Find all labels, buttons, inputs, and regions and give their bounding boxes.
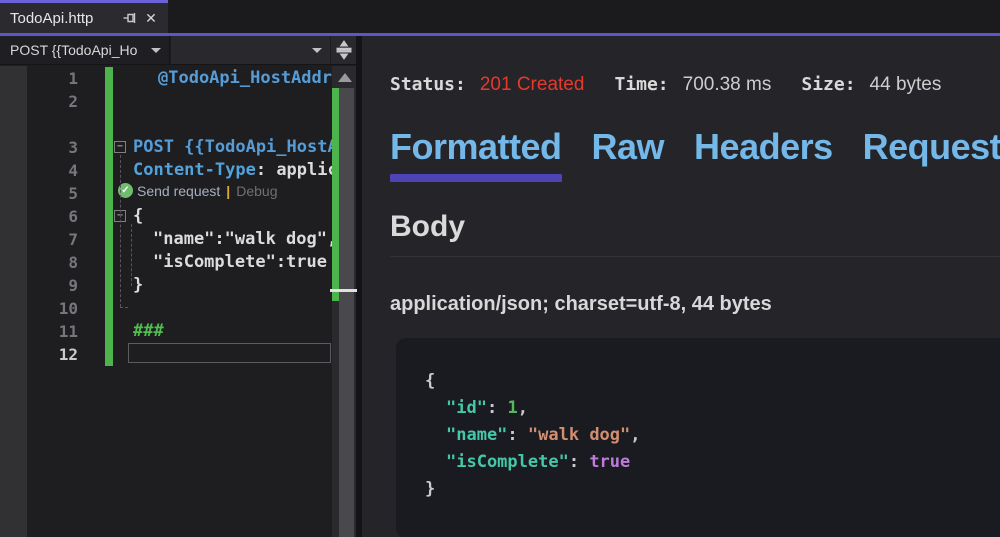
body-heading: Body — [390, 210, 1000, 244]
status-label: Status: — [390, 74, 466, 95]
pin-icon[interactable] — [120, 9, 138, 27]
outline-guide — [120, 307, 128, 308]
tab-request[interactable]: Request — [863, 126, 1000, 182]
scope-dropdown[interactable] — [171, 36, 330, 64]
tab-formatted[interactable]: Formatted — [390, 126, 562, 182]
outline-guide — [120, 155, 121, 307]
split-window-button[interactable] — [331, 36, 356, 64]
code-line-9: } — [133, 274, 143, 297]
close-icon[interactable]: ✕ — [142, 9, 160, 27]
codelens-row: ✓ Send request | Debug — [118, 179, 277, 202]
request-selector-dropdown[interactable]: POST {{TodoApi_Ho — [0, 36, 170, 64]
json-line: } — [425, 476, 1000, 503]
status-value: 201 Created — [480, 74, 585, 96]
scrollbar-change-marks — [332, 88, 339, 301]
response-status-row: Status: 201 Created Time: 700.38 ms Size… — [390, 74, 1000, 96]
send-request-link[interactable]: Send request — [137, 183, 220, 199]
size-label: Size: — [801, 74, 855, 95]
vs-document-window: TodoApi.http ✕ POST {{TodoApi_Ho — [0, 0, 1000, 537]
active-tab-underline — [390, 174, 562, 182]
code-line-7: "name":"walk dog", — [133, 228, 337, 251]
document-tab-todoapi[interactable]: TodoApi.http ✕ — [0, 0, 168, 33]
json-line: "name": "walk dog", — [425, 422, 1000, 449]
response-panel: Status: 201 Created Time: 700.38 ms Size… — [362, 36, 1000, 537]
code-line-8: "isComplete":true — [133, 251, 327, 274]
outline-guide — [131, 224, 132, 286]
debug-link[interactable]: Debug — [236, 183, 277, 199]
size-value: 44 bytes — [870, 74, 942, 96]
code-line-6: { — [133, 205, 143, 228]
json-line: "id": 1, — [425, 395, 1000, 422]
code-line-1: @TodoApi_HostAddress — [133, 67, 352, 90]
document-tab-title: TodoApi.http — [10, 10, 116, 27]
tab-headers[interactable]: Headers — [694, 126, 833, 182]
code-area: @TodoApi_HostAddress POST {{TodoApi_Host… — [0, 66, 352, 537]
editor-navigation-bar: POST {{TodoApi_Ho — [0, 36, 356, 65]
http-editor[interactable]: 1 2 3 4 5 6 7 8 9 10 11 12 @TodoApi_Host… — [0, 66, 356, 537]
collapse-toggle-icon[interactable]: − — [114, 141, 126, 153]
chevron-down-icon — [312, 48, 322, 53]
section-divider — [390, 256, 1000, 257]
response-body-json[interactable]: { "id": 1, "name": "walk dog", "isComple… — [396, 338, 1000, 537]
json-line: { — [425, 368, 1000, 395]
chevron-down-icon — [151, 48, 161, 53]
tab-bar: TodoApi.http ✕ — [0, 0, 1000, 33]
time-value: 700.38 ms — [683, 74, 772, 96]
scrollbar-caret-marker — [330, 289, 357, 292]
code-line-11: ### — [133, 320, 164, 343]
code-line-3: POST {{TodoApi_HostAddress — [133, 136, 352, 159]
json-line: "isComplete": true — [425, 449, 1000, 476]
split-window-icon — [336, 40, 352, 60]
time-label: Time: — [614, 74, 668, 95]
current-line-outline — [128, 343, 331, 363]
codelens-separator: | — [220, 183, 236, 199]
content-type-summary: application/json; charset=utf-8, 44 byte… — [390, 293, 1000, 316]
tab-raw[interactable]: Raw — [592, 126, 665, 182]
scrollbar-thumb[interactable] — [339, 88, 354, 537]
request-selector-value: POST {{TodoApi_Ho — [10, 42, 151, 58]
scroll-up-icon[interactable] — [338, 73, 352, 82]
editor-scrollbar[interactable] — [332, 66, 356, 537]
response-tabs: Formatted Raw Headers Request — [390, 126, 1000, 182]
